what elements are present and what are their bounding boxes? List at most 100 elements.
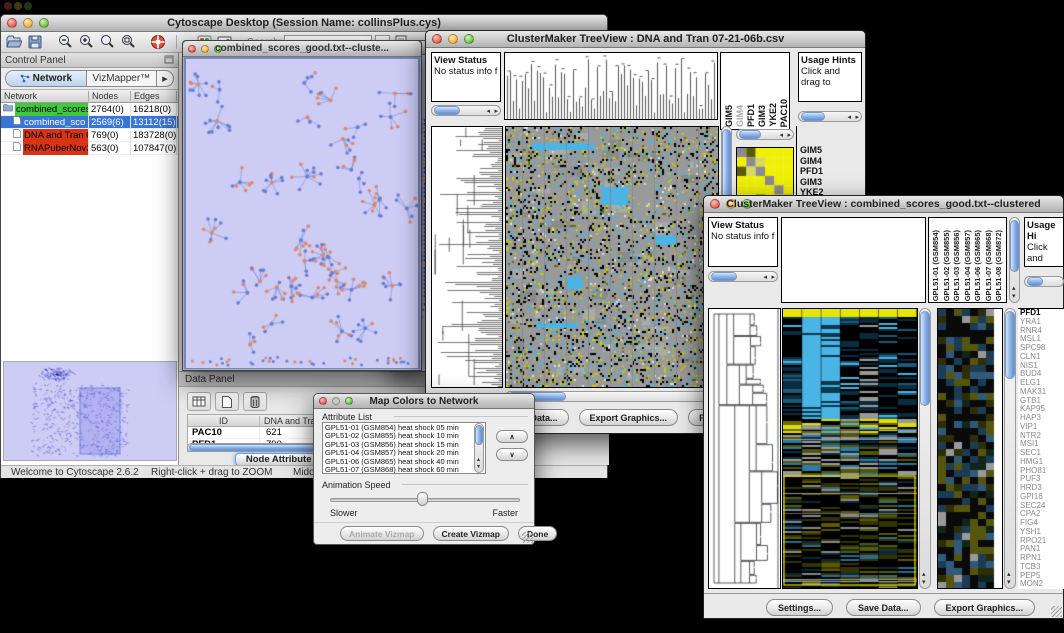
scroll-down-icon[interactable]: ▾ [477, 464, 480, 471]
column-label[interactable]: GIM5 [724, 105, 735, 127]
column-label[interactable]: PAC10 [779, 99, 790, 127]
scroll-right-icon[interactable]: ▸ [494, 108, 498, 115]
data-col-id[interactable]: ID [188, 416, 260, 426]
tv2-heatmap-vscrollbar[interactable]: ▴ ▾ [919, 308, 931, 589]
move-attribute-up-button[interactable]: ∧ [496, 430, 528, 443]
network-table-row[interactable]: DNA and Tran 07 769(0) 183728(0) [1, 129, 178, 142]
help-lifering-icon[interactable] [149, 34, 167, 51]
matrix-gene-label[interactable]: GIM5 [800, 145, 828, 156]
new-attribute-icon[interactable] [215, 392, 239, 411]
tab-network[interactable]: Network [6, 71, 87, 86]
zoom-in-icon[interactable] [77, 34, 95, 51]
dialog-titlebar[interactable]: Map Colors to Network [314, 394, 534, 409]
scroll-left-icon[interactable]: ◂ [486, 108, 490, 115]
tv2-action-button[interactable]: Settings... [766, 599, 833, 616]
zoom-selected-icon[interactable] [119, 34, 137, 51]
scrollbar-thumb[interactable] [1027, 277, 1043, 286]
tv1-status-scrollbar[interactable]: ◂ ▸ [431, 105, 501, 116]
scroll-down-icon[interactable]: ▾ [1007, 579, 1011, 586]
scroll-left-icon[interactable]: ◂ [847, 114, 851, 121]
zoom-out-icon[interactable] [56, 34, 74, 51]
tv2-zoom-heatmap[interactable] [938, 309, 1002, 588]
delete-attribute-icon[interactable] [243, 392, 267, 411]
tv1-row-dendrogram[interactable] [432, 127, 502, 387]
scrollbar-thumb[interactable] [434, 106, 460, 115]
scrollbar-thumb[interactable] [920, 311, 930, 406]
scroll-right-icon[interactable]: ▸ [787, 132, 791, 139]
scrollbar-thumb[interactable] [739, 130, 761, 139]
tv1-heatmap-hscrollbar[interactable]: ◂ ▸ [505, 391, 719, 402]
column-label[interactable]: GPL51-04 (GSM857) [963, 230, 974, 301]
birdseye-overview[interactable] [3, 361, 177, 461]
scrollbar-thumb[interactable] [711, 272, 737, 281]
column-label[interactable]: GPL51-06 (GSM865) [973, 230, 984, 301]
tv2-action-button[interactable]: Export Graphics... [934, 599, 1036, 616]
network-table-row[interactable]: RNAPuberNov2+ 563(0) 107847(0) [1, 142, 178, 155]
gene-label[interactable]: MON2 [1020, 580, 1064, 589]
scroll-down-icon[interactable]: ▾ [922, 579, 926, 586]
network-table-row[interactable]: combined_sco 2569(6) 13112(15) [1, 116, 178, 129]
tv2-column-dendrogram[interactable] [781, 217, 926, 303]
scroll-up-icon[interactable]: ▴ [477, 457, 480, 464]
network-table-row[interactable]: combined_scores 2764(0) 16218(0) [1, 103, 178, 116]
scroll-left-icon[interactable]: ◂ [763, 274, 767, 281]
column-label[interactable]: GPL51-07 (GSM868) [984, 230, 995, 301]
dialog-button[interactable]: Animate Vizmap [340, 526, 424, 541]
scrollbar-thumb[interactable] [1010, 220, 1019, 272]
open-file-icon[interactable] [5, 34, 23, 51]
tv2-action-button[interactable]: Save Data... [846, 599, 921, 616]
column-label[interactable]: GPL51-03 (GSM856) [952, 230, 963, 301]
slider-thumb[interactable] [417, 492, 428, 506]
scroll-up-icon[interactable]: ▴ [1012, 285, 1016, 292]
column-label[interactable]: GPL51-01 (GSM854) [931, 230, 942, 301]
tv2-heatmap[interactable] [783, 309, 917, 588]
tv1-heatmap[interactable] [506, 127, 718, 387]
network-canvas[interactable] [186, 59, 418, 368]
scroll-down-icon[interactable]: ▾ [1012, 293, 1016, 300]
scroll-right-icon[interactable]: ▸ [771, 274, 775, 281]
tv1-hints-scrollbar[interactable]: ◂ ▸ [798, 111, 862, 122]
column-label[interactable]: PFD1 [746, 104, 757, 127]
column-label[interactable]: YKE2 [768, 103, 779, 127]
network-titlebar[interactable]: combined_scores_good.txt--cluste... [183, 41, 421, 57]
scroll-up-icon[interactable]: ▴ [1007, 571, 1011, 578]
save-icon[interactable] [26, 34, 44, 51]
tv1-matrix-scrollbar[interactable]: ◂ ▸ [736, 129, 794, 140]
column-label[interactable]: GIM4 [735, 105, 746, 127]
float-panel-icon[interactable] [164, 51, 174, 69]
tv2-status-scrollbar[interactable]: ◂ ▸ [708, 271, 778, 282]
tab-vizmapper[interactable]: VizMapper™ [87, 71, 157, 86]
dialog-button[interactable]: Create Vizmap [433, 526, 509, 541]
treeview2-titlebar[interactable]: ClusterMaker TreeView : combined_scores_… [704, 196, 1063, 213]
table-mode-icon[interactable] [187, 392, 211, 411]
zoom-fit-icon[interactable] [98, 34, 116, 51]
divider [314, 522, 534, 523]
scroll-left-icon[interactable]: ◂ [779, 132, 783, 139]
tv1-usage-hints: Usage HintsClick and drag to [798, 52, 862, 102]
column-label[interactable]: GPL51-02 (GSM855) [942, 230, 953, 301]
scrollbar-thumb[interactable] [801, 112, 825, 121]
resize-grip[interactable] [522, 532, 533, 543]
tv2-row-dendrogram[interactable] [709, 309, 780, 588]
scrollbar-thumb[interactable] [475, 425, 483, 445]
scrollbar-thumb[interactable] [1005, 311, 1015, 379]
scroll-up-icon[interactable]: ▴ [922, 571, 926, 578]
matrix-gene-label[interactable]: GIM4 [800, 156, 828, 167]
scroll-right-icon[interactable]: ▸ [855, 114, 859, 121]
attribute-list-item[interactable]: GPL51-07 (GSM868) heat shock 60 min [325, 466, 473, 474]
column-label[interactable]: GIM3 [757, 105, 768, 127]
resize-grip[interactable] [1051, 606, 1062, 617]
tv2-zoom-vscrollbar[interactable]: ▴ ▾ [1004, 308, 1016, 589]
move-attribute-down-button[interactable]: ∨ [496, 448, 528, 461]
column-label[interactable]: GPL51-08 (GSM872) [994, 230, 1005, 301]
matrix-gene-label[interactable]: PFD1 [800, 166, 828, 177]
tv1-column-dendrogram[interactable] [505, 53, 717, 119]
treeview1-titlebar[interactable]: ClusterMaker TreeView : DNA and Tran 07-… [426, 31, 865, 48]
tv2-collabels-vscrollbar[interactable]: ▴ ▾ [1009, 217, 1020, 303]
tab-more-button[interactable]: ▶ [157, 71, 173, 86]
scrollbar-thumb[interactable] [722, 129, 731, 199]
attribute-list-vscrollbar[interactable]: ▴ ▾ [474, 423, 484, 473]
matrix-gene-label[interactable]: GIM3 [800, 177, 828, 188]
tv1-action-button[interactable]: Export Graphics... [579, 409, 679, 426]
tv2-hints-scrollbar[interactable] [1024, 276, 1064, 287]
